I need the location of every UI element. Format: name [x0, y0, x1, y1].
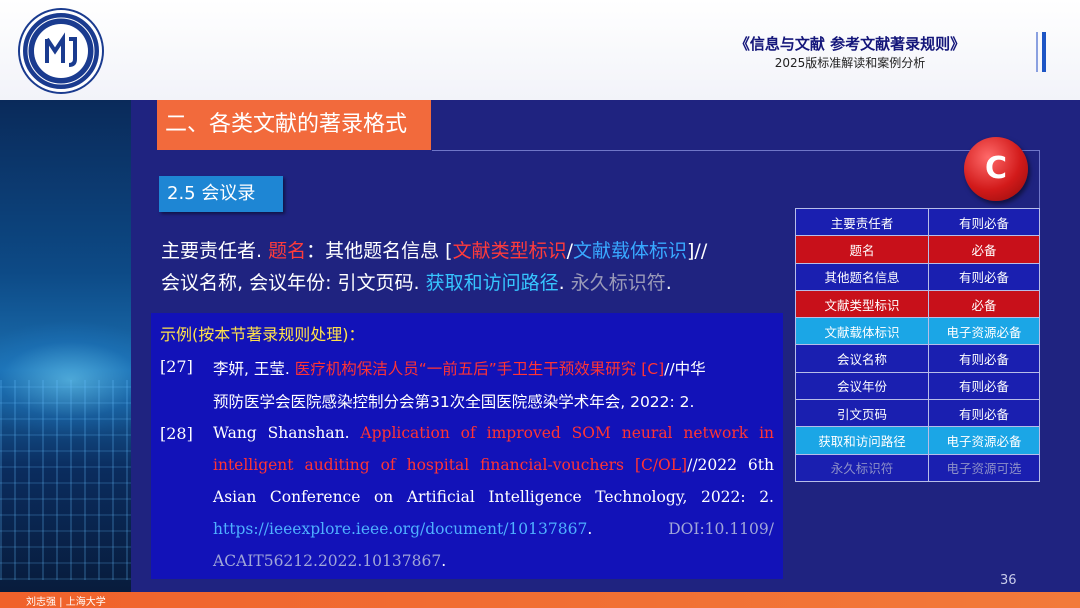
ref-28-line-3: Asian Conference on Artificial Intellige…	[213, 488, 774, 506]
section-title: 二、各类文献的著录格式	[157, 100, 431, 150]
table-cell-requirement: 有则必备	[928, 207, 1040, 237]
format-segment: 文献类型标识	[452, 240, 567, 262]
format-line-2: 会议名称, 会议年份: 引文页码. 获取和访问路径. 永久标识符.	[161, 268, 672, 295]
footer-author: 刘志强 | 上海大学	[26, 597, 106, 608]
table-cell-field: 主要责任者	[795, 207, 929, 237]
example-box: 示例(按本节著录规则处理)： [27] 李妍, 王莹. 医疗机构保洁人员“一前五…	[151, 313, 783, 579]
logo-emblem-icon	[27, 17, 95, 85]
ref-28-line-2: intelligent auditing of hospital financi…	[213, 456, 774, 474]
header-bar: 《信息与文献 参考文献著录规则》 2025版标准解读和案例分析	[0, 0, 1080, 100]
circuit-grid	[0, 380, 131, 580]
format-segment: .	[558, 272, 571, 294]
table-cell-requirement: 电子资源必备	[928, 426, 1040, 455]
ref-27-line-2: 预防医学会医院感染控制分会第31次全国医院感染学术年会, 2022: 2.	[213, 393, 695, 411]
table-cell-requirement: 必备	[928, 289, 1040, 319]
table-cell-field: 文献类型标识	[795, 289, 929, 319]
table-cell-field: 引文页码	[795, 399, 929, 428]
table-cell-field: 文献载体标识	[795, 317, 929, 346]
table-cell-requirement: 必备	[928, 235, 1040, 264]
ref-number-28: [28]	[160, 424, 193, 443]
ref-segment: //中华	[664, 360, 706, 378]
table-row: 永久标识符 电子资源可选	[795, 453, 1040, 482]
table-cell-requirement: 有则必备	[928, 262, 1040, 291]
ref-27-line-1: 李妍, 王莹. 医疗机构保洁人员“一前五后”手卫生干预效果研究 [C]//中华	[213, 357, 774, 379]
header-divider-thick	[1042, 32, 1046, 72]
format-segment: .	[665, 272, 672, 294]
table-cell-requirement: 有则必备	[928, 371, 1040, 401]
ref-28-line-5: ACAIT56212.2022.10137867.	[213, 552, 774, 570]
ref-url-link[interactable]: https://ieeexplore.ieee.org/document/101…	[213, 520, 587, 538]
table-cell-requirement: 电子资源可选	[928, 453, 1040, 482]
format-segment: 会议名称, 会议年份: 引文页码.	[161, 272, 426, 294]
university-press-logo	[20, 10, 102, 92]
ref-segment: 医疗机构保洁人员“一前五后”手卫生干预效果研究 [C]	[294, 360, 665, 378]
left-decorative-image	[0, 100, 131, 592]
ref-segment: //2022 6th	[687, 456, 775, 474]
header-title: 《信息与文献 参考文献著录规则》	[734, 35, 966, 53]
format-segment: ]//	[687, 240, 708, 262]
table-cell-field: 题名	[795, 235, 929, 264]
table-cell-field: 会议名称	[795, 344, 929, 373]
subsection-title: 2.5 会议录	[159, 176, 283, 212]
format-segment: ：其他题名信息 [	[306, 240, 453, 262]
table-row: 会议名称 有则必备	[795, 344, 1040, 373]
table-cell-requirement: 电子资源必备	[928, 317, 1040, 346]
ref-doi-part-1: DOI:10.1109/	[668, 520, 774, 538]
ref-url-wrap: https://ieeexplore.ieee.org/document/101…	[213, 520, 592, 538]
format-line-1: 主要责任者. 题名：其他题名信息 [文献类型标识/文献载体标识]//	[161, 236, 707, 263]
table-row: 获取和访问路径 电子资源必备	[795, 426, 1040, 455]
ref-28-line-1: Wang Shanshan. Application of improved S…	[213, 424, 774, 442]
requirements-table: 主要责任者 有则必备 题名 必备 其他题名信息 有则必备 文献类型标识 必备 文献载体标…	[795, 207, 1040, 482]
table-row: 会议年份 有则必备	[795, 371, 1040, 401]
table-row: 文献载体标识 电子资源必备	[795, 317, 1040, 346]
page-number: 36	[1000, 573, 1017, 588]
table-row: 主要责任者 有则必备	[795, 207, 1040, 237]
ref-segment: Wang Shanshan.	[213, 424, 361, 442]
table-cell-requirement: 有则必备	[928, 344, 1040, 373]
ref-segment: 李妍, 王莹.	[213, 360, 295, 378]
table-row: 题名 必备	[795, 235, 1040, 264]
table-cell-field: 其他题名信息	[795, 262, 929, 291]
footer-bar	[0, 592, 1080, 608]
table-cell-field: 会议年份	[795, 371, 929, 401]
frame-line-top	[432, 150, 1040, 151]
table-row: 文献类型标识 必备	[795, 289, 1040, 319]
badge-c: C	[964, 137, 1028, 201]
table-row: 其他题名信息 有则必备	[795, 262, 1040, 291]
format-segment: 文献载体标识	[572, 240, 687, 262]
table-row: 引文页码 有则必备	[795, 399, 1040, 428]
ref-segment: .	[441, 552, 447, 570]
format-segment: 主要责任者.	[161, 240, 269, 262]
table-cell-field: 获取和访问路径	[795, 426, 929, 455]
ref-doi-part-2: ACAIT56212.2022.10137867	[213, 552, 442, 570]
ref-28-line-4: https://ieeexplore.ieee.org/document/101…	[213, 520, 774, 538]
header-divider-thin	[1036, 32, 1038, 72]
example-heading: 示例(按本节著录规则处理)：	[160, 325, 365, 344]
table-cell-requirement: 有则必备	[928, 399, 1040, 428]
ref-number-27: [27]	[160, 357, 193, 376]
format-segment: 获取和访问路径	[425, 272, 559, 294]
ref-segment: Application of improved SOM neural netwo…	[360, 424, 775, 442]
ref-segment: .	[587, 520, 593, 538]
format-segment: 题名	[268, 240, 307, 262]
table-cell-field: 永久标识符	[795, 453, 929, 482]
header-subtitle: 2025版标准解读和案例分析	[774, 56, 926, 70]
format-segment: 永久标识符	[570, 272, 666, 294]
ref-segment: intelligent auditing of hospital financi…	[213, 456, 688, 474]
